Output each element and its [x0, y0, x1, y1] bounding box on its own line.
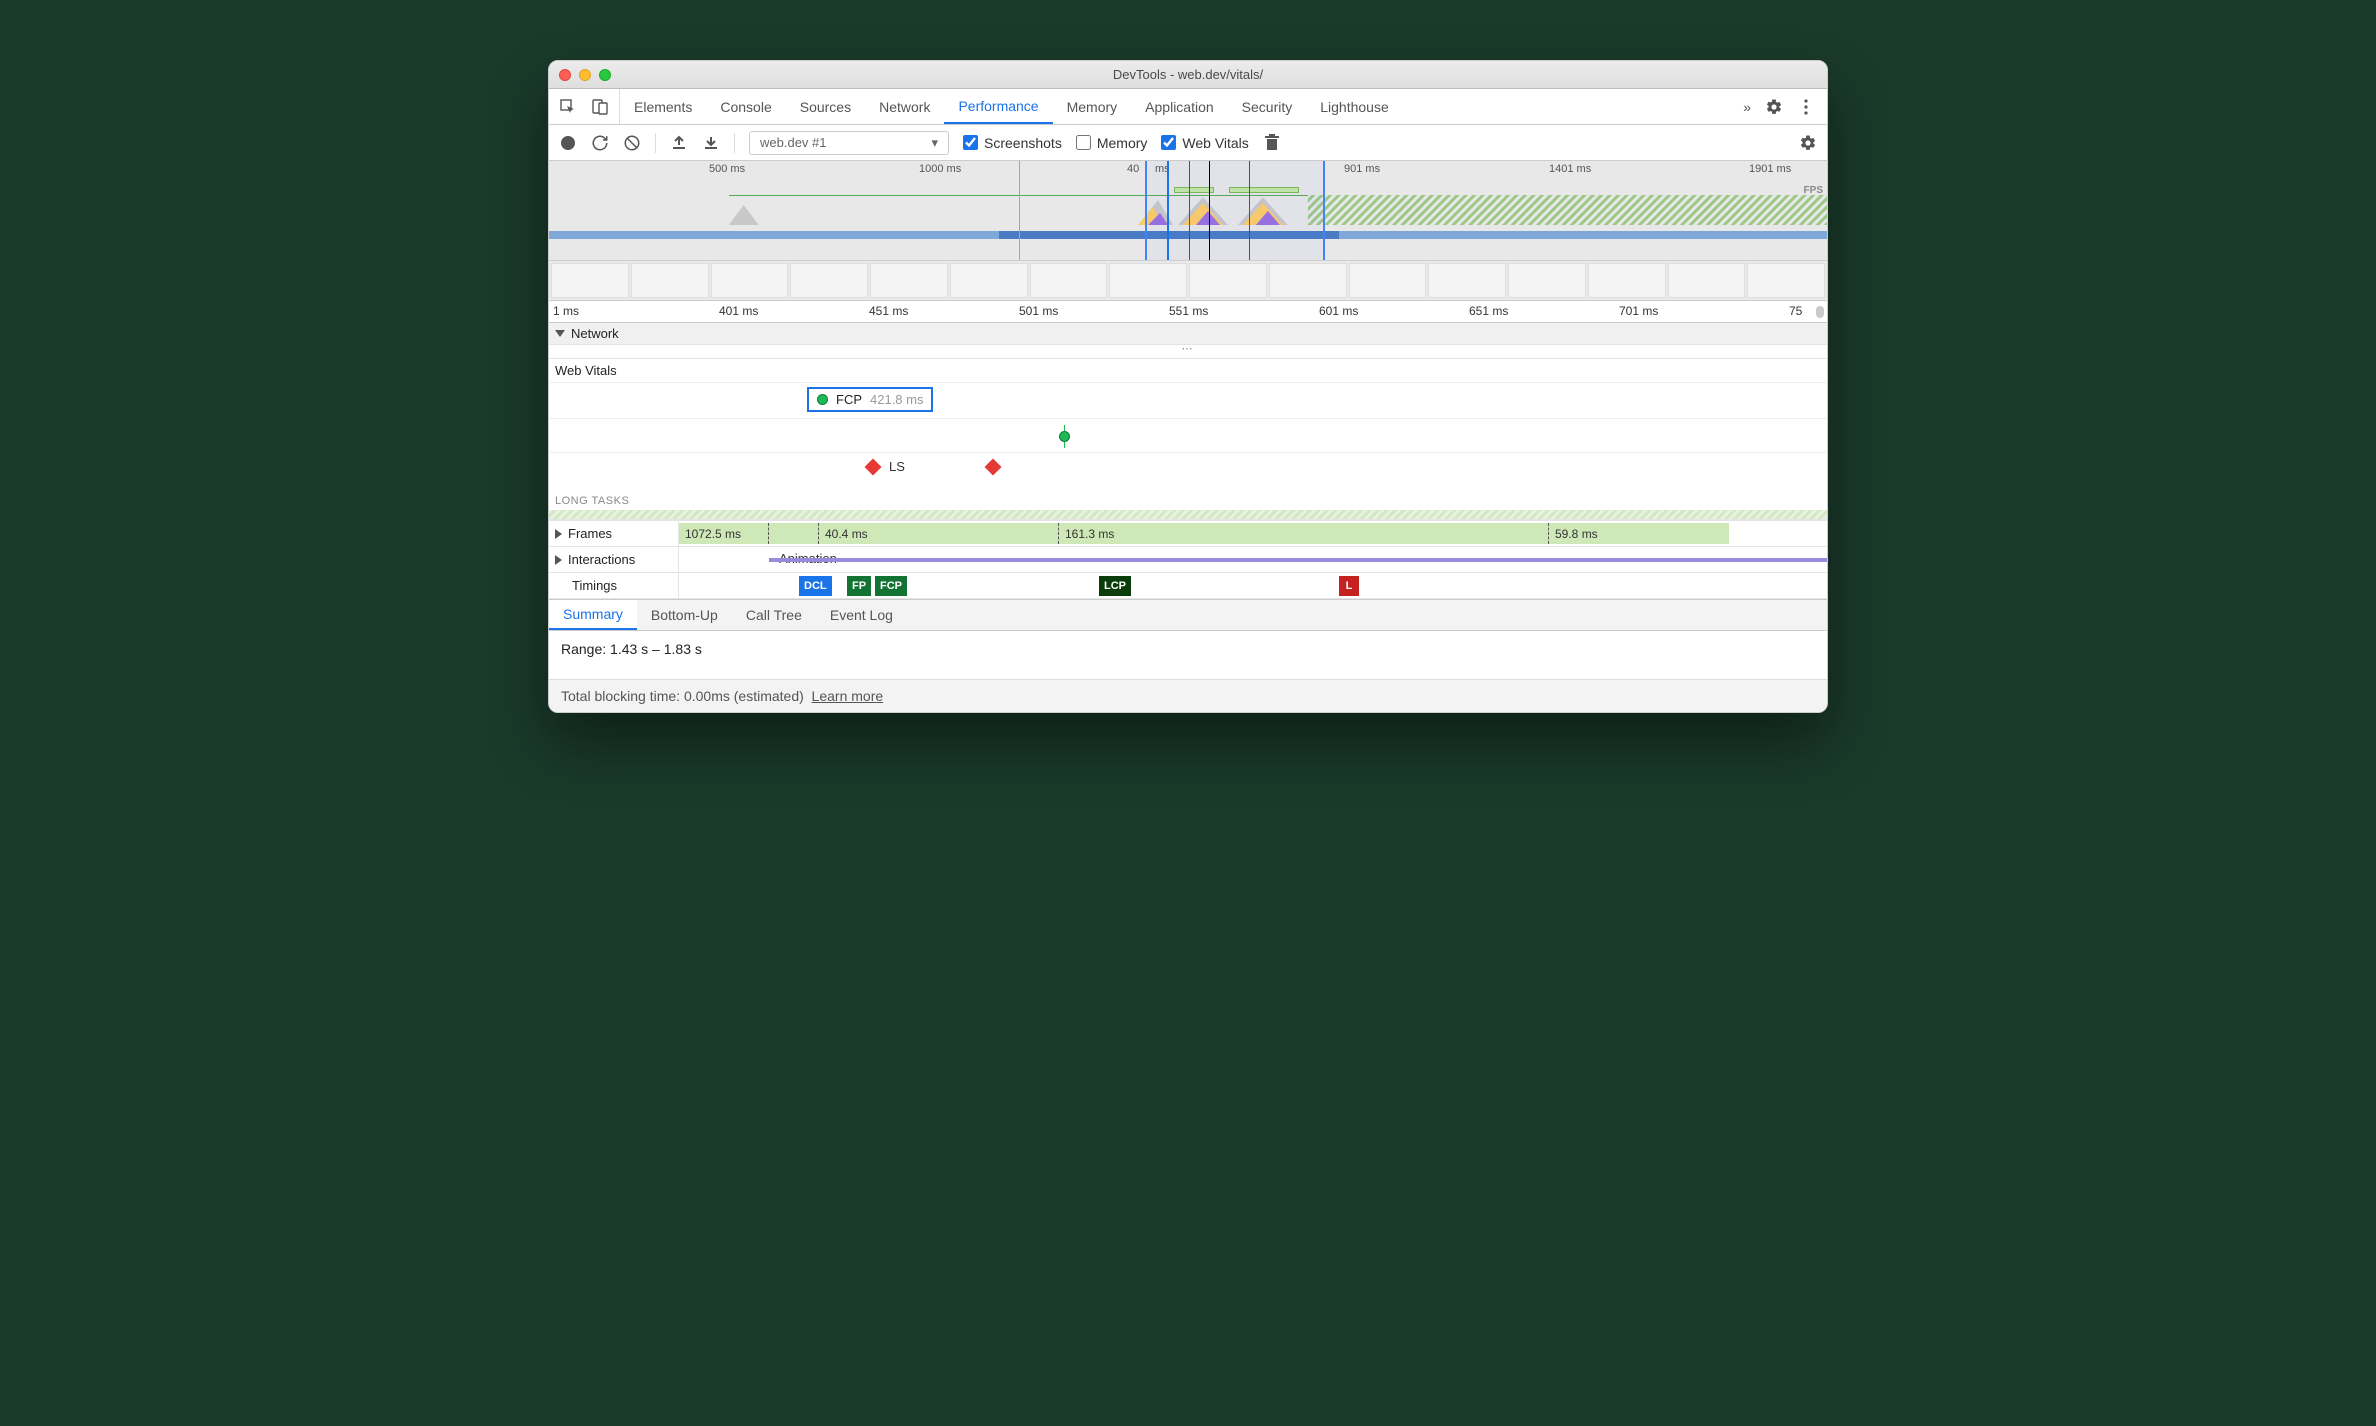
capture-settings-icon[interactable] — [1799, 134, 1817, 152]
long-tasks-label: LONG TASKS — [549, 492, 1827, 510]
track-resize-handle[interactable]: ⋯ — [549, 345, 1827, 359]
kebab-menu-icon[interactable] — [1797, 98, 1815, 116]
overview-selection[interactable] — [1145, 161, 1325, 260]
device-toggle-icon[interactable] — [591, 98, 609, 116]
footer-bar: Total blocking time: 0.00ms (estimated) … — [549, 679, 1827, 712]
memory-checkbox[interactable]: Memory — [1076, 135, 1148, 151]
frame-segment[interactable]: 161.3 ms — [1059, 523, 1549, 544]
tracks-area: Network ⋯ Web Vitals FCP 421.8 ms — [549, 323, 1827, 599]
dropdown-icon: ▾ — [931, 135, 938, 151]
close-window-button[interactable] — [559, 69, 571, 81]
network-track-header[interactable]: Network — [549, 323, 1827, 345]
timings-track[interactable]: Timings DCL FP FCP LCP L — [549, 573, 1827, 599]
timeline-ruler[interactable]: 1 ms 401 ms 451 ms 501 ms 551 ms 601 ms … — [549, 301, 1827, 323]
tab-application[interactable]: Application — [1131, 89, 1228, 124]
frame-segment[interactable]: 1072.5 ms — [679, 523, 769, 544]
record-button[interactable] — [559, 134, 577, 152]
overview-timeline[interactable]: 500 ms 1000 ms 40 ms 901 ms 1401 ms 1901… — [549, 161, 1827, 261]
tab-event-log[interactable]: Event Log — [816, 600, 907, 630]
devtools-window: DevTools - web.dev/vitals/ Elements Cons… — [548, 60, 1828, 713]
interactions-track[interactable]: Interactions Animation — [549, 547, 1827, 573]
timing-fp[interactable]: FP — [847, 576, 871, 596]
expand-icon — [555, 555, 562, 565]
tab-network[interactable]: Network — [865, 89, 944, 124]
tab-performance[interactable]: Performance — [944, 89, 1052, 124]
layout-shift-marker[interactable] — [985, 459, 1002, 476]
tab-bottom-up[interactable]: Bottom-Up — [637, 600, 732, 630]
save-profile-button[interactable] — [702, 134, 720, 152]
window-controls — [559, 69, 611, 81]
minimize-window-button[interactable] — [579, 69, 591, 81]
timing-fcp[interactable]: FCP — [875, 576, 907, 596]
learn-more-link[interactable]: Learn more — [812, 688, 884, 704]
fcp-marker[interactable]: FCP 421.8 ms — [807, 387, 933, 412]
layout-shift-label: LS — [889, 459, 905, 474]
ruler-scrollbar[interactable] — [1816, 306, 1824, 318]
tab-console[interactable]: Console — [706, 89, 785, 124]
frame-segment[interactable]: 59.8 ms — [1549, 523, 1729, 544]
timing-lcp[interactable]: LCP — [1099, 576, 1131, 596]
settings-icon[interactable] — [1765, 98, 1783, 116]
tab-sources[interactable]: Sources — [786, 89, 865, 124]
webvitals-label: Web Vitals — [549, 359, 1827, 382]
titlebar: DevTools - web.dev/vitals/ — [549, 61, 1827, 89]
total-blocking-time: Total blocking time: 0.00ms (estimated) — [561, 688, 804, 704]
screenshots-checkbox[interactable]: Screenshots — [963, 135, 1062, 151]
frames-track[interactable]: Frames 1072.5 ms 40.4 ms 161.3 ms 59.8 m… — [549, 521, 1827, 547]
summary-panel: Range: 1.43 s – 1.83 s — [549, 631, 1827, 679]
summary-range: Range: 1.43 s – 1.83 s — [561, 641, 702, 657]
reload-record-button[interactable] — [591, 134, 609, 152]
collapse-icon — [555, 330, 565, 337]
tab-summary[interactable]: Summary — [549, 600, 637, 630]
tab-lighthouse[interactable]: Lighthouse — [1306, 89, 1403, 124]
garbage-collect-button[interactable] — [1263, 134, 1281, 152]
window-title: DevTools - web.dev/vitals/ — [549, 67, 1827, 82]
timing-load[interactable]: L — [1339, 576, 1359, 596]
recording-select-label: web.dev #1 — [760, 135, 827, 150]
tab-call-tree[interactable]: Call Tree — [732, 600, 816, 630]
inspect-icon[interactable] — [559, 98, 577, 116]
performance-toolbar: web.dev #1 ▾ Screenshots Memory Web Vita… — [549, 125, 1827, 161]
panel-tabs: Elements Console Sources Network Perform… — [549, 89, 1827, 125]
frame-segment[interactable]: 40.4 ms — [819, 523, 1059, 544]
webvitals-checkbox[interactable]: Web Vitals — [1161, 135, 1248, 151]
lcp-marker[interactable] — [1059, 431, 1070, 442]
load-profile-button[interactable] — [670, 134, 688, 152]
tab-security[interactable]: Security — [1228, 89, 1307, 124]
frame-segment[interactable] — [769, 523, 819, 544]
webvitals-section: Web Vitals FCP 421.8 ms LS — [549, 359, 1827, 521]
expand-icon — [555, 529, 562, 539]
recording-select[interactable]: web.dev #1 ▾ — [749, 131, 949, 155]
tab-elements[interactable]: Elements — [620, 89, 706, 124]
tab-memory[interactable]: Memory — [1053, 89, 1132, 124]
clear-button[interactable] — [623, 134, 641, 152]
layout-shift-marker[interactable] — [865, 459, 882, 476]
long-tasks-strip — [549, 510, 1827, 520]
zoom-window-button[interactable] — [599, 69, 611, 81]
timing-dcl[interactable]: DCL — [799, 576, 832, 596]
animation-bar[interactable] — [769, 558, 1827, 562]
more-tabs-icon[interactable]: » — [1743, 99, 1751, 115]
details-tabs: Summary Bottom-Up Call Tree Event Log — [549, 599, 1827, 631]
screenshot-filmstrip[interactable] — [549, 261, 1827, 301]
good-indicator-icon — [817, 394, 828, 405]
